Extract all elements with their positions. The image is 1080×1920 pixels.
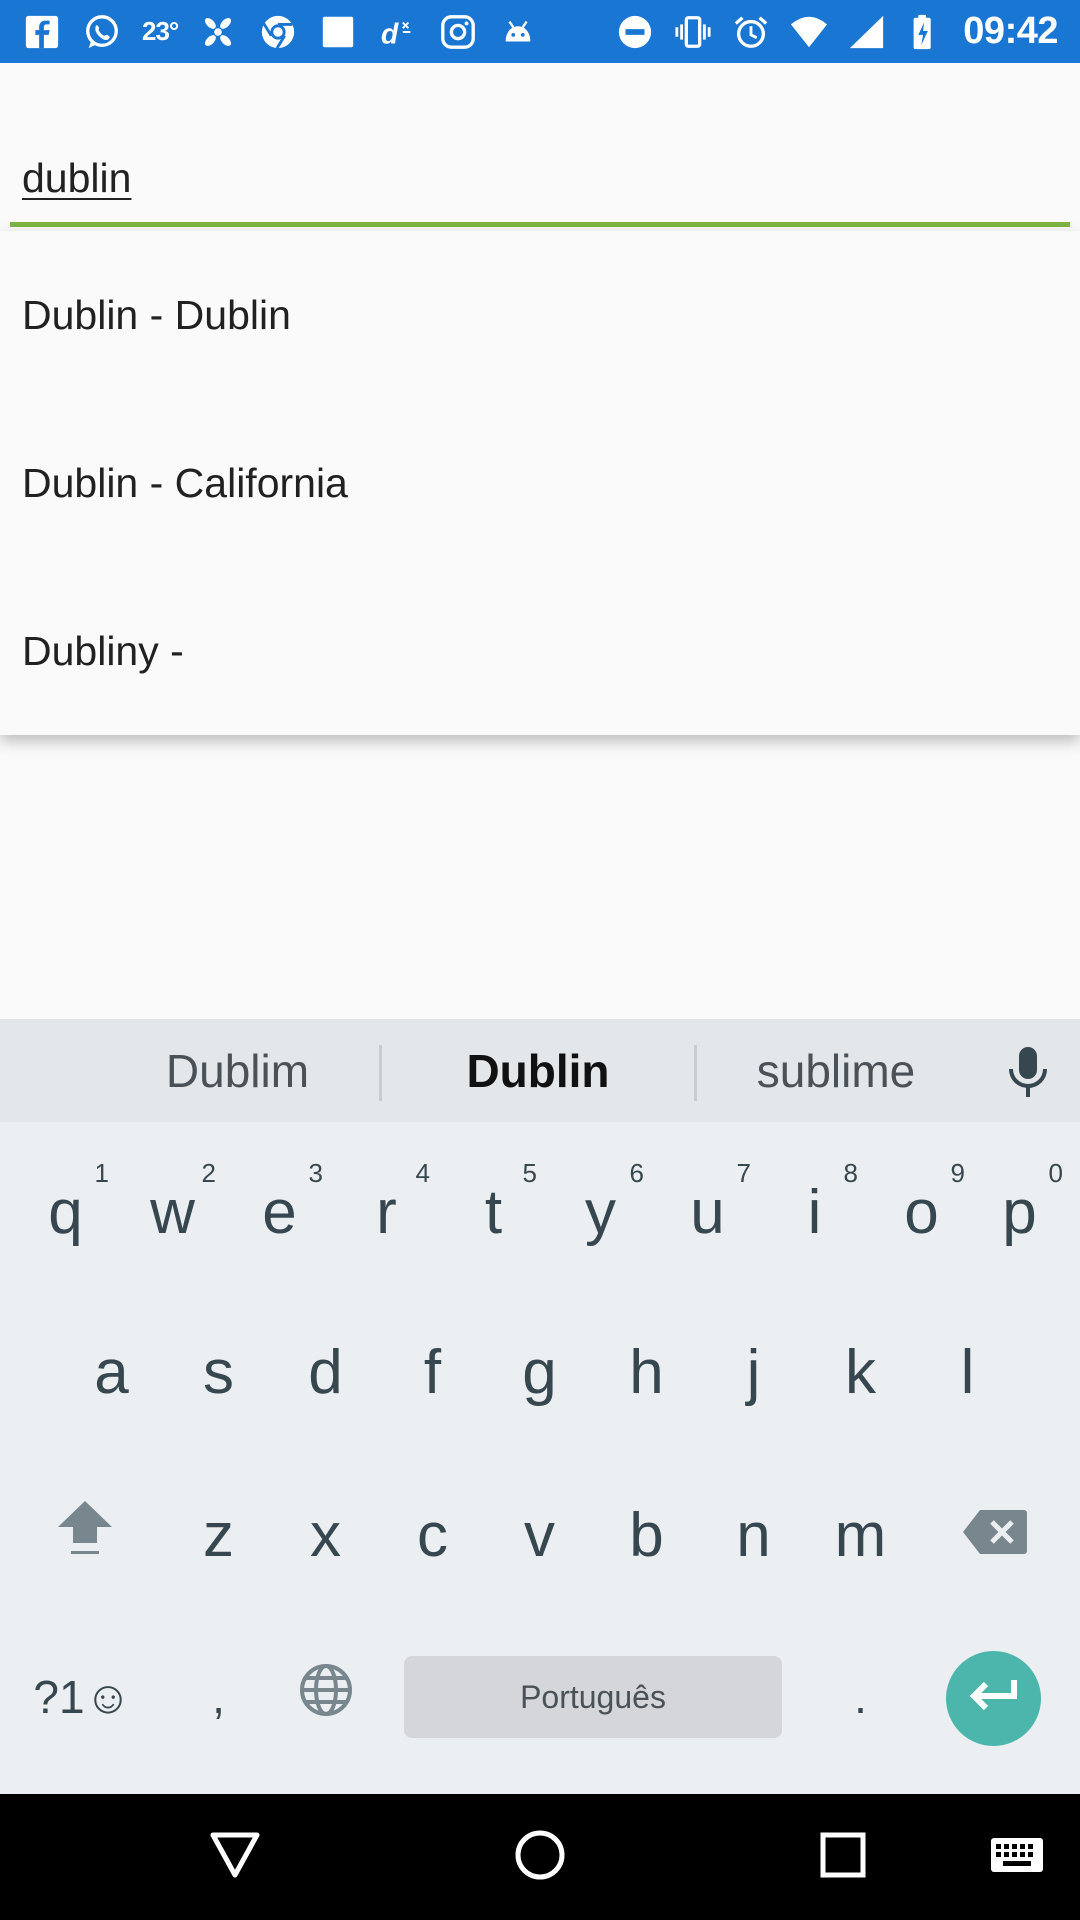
key-v[interactable]: v xyxy=(486,1475,593,1595)
autocomplete-dropdown: Dublin - Dublin Dublin - California Dubl… xyxy=(0,231,1080,735)
globe-icon xyxy=(298,1662,354,1733)
key-u[interactable]: u7 xyxy=(654,1152,761,1272)
square-notification-icon xyxy=(318,12,358,52)
suggestion-item[interactable]: Dubliny - xyxy=(0,567,1080,735)
search-input[interactable]: dublin xyxy=(22,155,1052,202)
key-label: o xyxy=(904,1177,939,1247)
key-m[interactable]: m xyxy=(807,1475,914,1595)
key-label: t xyxy=(484,1177,503,1247)
status-bar-left: 23° d xyxy=(22,0,538,63)
comma-key[interactable]: , xyxy=(165,1638,272,1756)
suggestion-item[interactable]: Dublin - Dublin xyxy=(0,231,1080,399)
key-c[interactable]: c xyxy=(379,1475,486,1595)
key-y[interactable]: y6 xyxy=(547,1152,654,1272)
key-g[interactable]: g xyxy=(486,1312,593,1432)
wifi-icon xyxy=(789,12,829,52)
key-label: q xyxy=(48,1177,83,1247)
key-h[interactable]: h xyxy=(593,1312,700,1432)
key-hint: 6 xyxy=(629,1158,644,1188)
status-bar-right: 09:42 xyxy=(615,0,1058,63)
key-e[interactable]: e3 xyxy=(226,1152,333,1272)
home-button[interactable] xyxy=(480,1794,600,1920)
search-field-container: dublin xyxy=(0,63,1080,233)
key-hint: 7 xyxy=(736,1158,751,1188)
whatsapp-icon xyxy=(82,12,122,52)
suggestion-item[interactable]: Dublin - California xyxy=(0,399,1080,567)
status-bar: 23° d 09:42 xyxy=(0,0,1080,63)
chrome-icon xyxy=(258,12,298,52)
key-k[interactable]: k xyxy=(807,1312,914,1432)
home-icon xyxy=(514,1829,566,1886)
key-hint: 8 xyxy=(843,1158,858,1188)
key-p[interactable]: p0 xyxy=(966,1152,1073,1272)
key-l[interactable]: l xyxy=(914,1312,1021,1432)
vibrate-icon xyxy=(673,12,713,52)
do-not-disturb-icon xyxy=(615,12,655,52)
key-r[interactable]: r4 xyxy=(333,1152,440,1272)
backspace-icon xyxy=(962,1500,1028,1571)
key-hint: 5 xyxy=(522,1158,537,1188)
microphone-icon[interactable] xyxy=(1003,1045,1053,1099)
back-icon xyxy=(209,1831,261,1884)
instagram-icon xyxy=(438,12,478,52)
period-key[interactable]: . xyxy=(807,1638,914,1756)
key-d[interactable]: d xyxy=(272,1312,379,1432)
svg-text:d: d xyxy=(381,18,399,50)
key-w[interactable]: w2 xyxy=(119,1152,226,1272)
signal-icon xyxy=(847,12,887,52)
word-suggestion[interactable]: Dublim xyxy=(95,1019,380,1122)
key-hint: 2 xyxy=(201,1158,216,1188)
key-t[interactable]: t5 xyxy=(440,1152,547,1272)
key-label: u xyxy=(690,1177,725,1247)
key-i[interactable]: i8 xyxy=(761,1152,868,1272)
search-focus-underline xyxy=(10,222,1070,227)
key-b[interactable]: b xyxy=(593,1475,700,1595)
backspace-key[interactable] xyxy=(940,1475,1050,1595)
key-label: y xyxy=(585,1177,616,1247)
key-hint: 0 xyxy=(1048,1158,1063,1188)
key-label: i xyxy=(807,1177,822,1247)
key-q[interactable]: q1 xyxy=(12,1152,119,1272)
navigation-bar xyxy=(0,1794,1080,1920)
alarm-icon xyxy=(731,12,771,52)
keyboard-switch-button[interactable] xyxy=(967,1794,1067,1920)
key-n[interactable]: n xyxy=(700,1475,807,1595)
language-key[interactable] xyxy=(272,1638,379,1756)
facebook-icon xyxy=(22,12,62,52)
clock: 09:42 xyxy=(963,10,1058,52)
key-x[interactable]: x xyxy=(272,1475,379,1595)
word-suggestion-primary[interactable]: Dublin xyxy=(382,1019,694,1122)
space-bar[interactable]: Português xyxy=(404,1656,782,1738)
key-label: r xyxy=(376,1177,397,1247)
key-hint: 1 xyxy=(94,1158,109,1188)
android-icon xyxy=(498,12,538,52)
recents-button[interactable] xyxy=(783,1794,903,1920)
back-button[interactable] xyxy=(175,1794,295,1920)
key-f[interactable]: f xyxy=(379,1312,486,1432)
weather-temperature: 23° xyxy=(142,16,179,46)
key-a[interactable]: a xyxy=(58,1312,165,1432)
key-hint: 3 xyxy=(308,1158,323,1188)
battery-charging-icon xyxy=(905,12,945,52)
key-hint: 4 xyxy=(415,1158,430,1188)
enter-key[interactable] xyxy=(946,1651,1041,1746)
key-hint: 9 xyxy=(950,1158,965,1188)
key-o[interactable]: o9 xyxy=(868,1152,975,1272)
word-suggestion-strip: Dublim Dublin sublime xyxy=(0,1019,1080,1122)
shift-key[interactable] xyxy=(30,1475,140,1595)
pinwheel-app-icon xyxy=(198,12,238,52)
deezer-icon: d xyxy=(378,12,418,52)
key-j[interactable]: j xyxy=(700,1312,807,1432)
key-z[interactable]: z xyxy=(165,1475,272,1595)
recents-icon xyxy=(819,1831,867,1884)
keyboard-switch-icon xyxy=(990,1837,1044,1878)
enter-icon xyxy=(968,1676,1020,1721)
key-label: w xyxy=(150,1177,195,1247)
symbols-key[interactable]: ?1☺ xyxy=(25,1638,140,1756)
key-label: e xyxy=(262,1177,297,1247)
key-s[interactable]: s xyxy=(165,1312,272,1432)
shift-icon xyxy=(54,1497,116,1574)
word-suggestion[interactable]: sublime xyxy=(697,1019,975,1122)
key-label: p xyxy=(1002,1177,1037,1247)
